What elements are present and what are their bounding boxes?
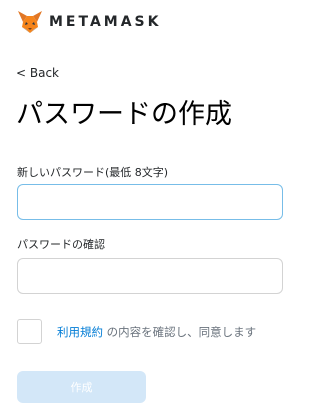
create-button[interactable]: 作成: [17, 371, 146, 403]
page-title: パスワードの作成: [16, 99, 232, 130]
terms-text: 利用規約 の内容を確認し、同意します: [57, 324, 256, 340]
confirm-password-label: パスワードの確認: [17, 238, 105, 251]
terms-agree-text: の内容を確認し、同意します: [103, 325, 257, 339]
header: METAMASK: [0, 0, 300, 48]
new-password-field[interactable]: [17, 184, 283, 220]
brand-name: METAMASK: [49, 14, 162, 30]
confirm-password-field[interactable]: [17, 258, 283, 294]
terms-checkbox[interactable]: [17, 319, 42, 344]
back-link[interactable]: < Back: [16, 66, 59, 80]
new-password-label: 新しいパスワード(最低 8文字): [17, 166, 169, 179]
terms-of-use-link[interactable]: 利用規約: [57, 325, 103, 339]
metamask-fox-icon: [18, 11, 42, 33]
